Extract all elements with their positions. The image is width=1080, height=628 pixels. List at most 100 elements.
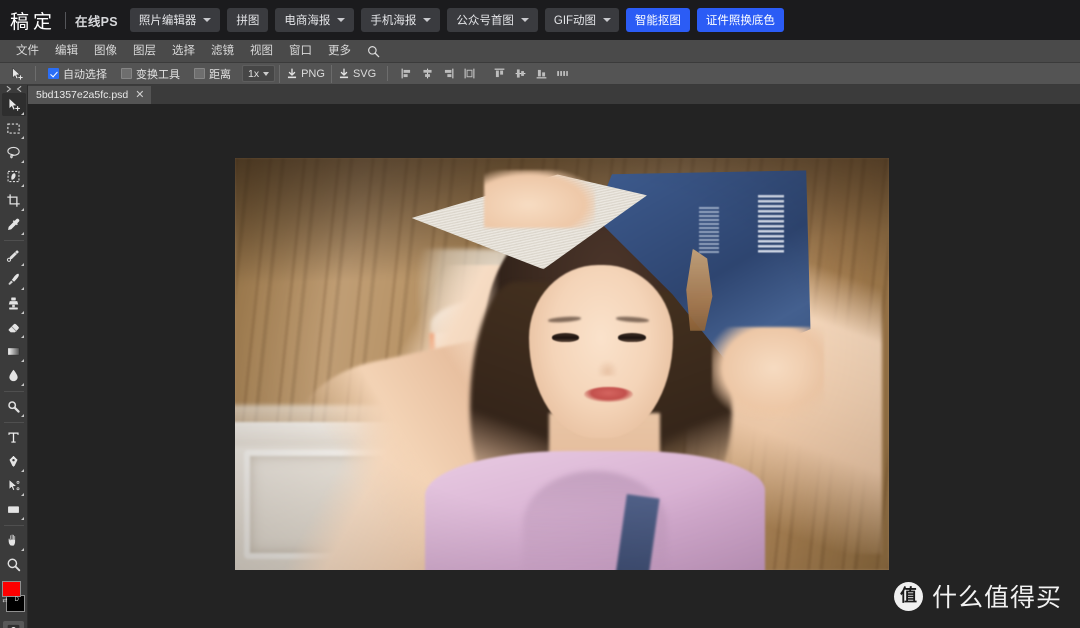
top-button-8[interactable]: 证件照换底色 [696, 8, 784, 32]
shape-tool[interactable] [2, 498, 26, 521]
zoom-tool-icon [7, 558, 21, 572]
options-bar: 自动选择 变换工具 距离 1x PNG SVG [0, 63, 1080, 85]
menu-item-2[interactable]: 编辑 [47, 40, 86, 63]
zoom-level-select[interactable]: 1x [242, 65, 276, 82]
object-select-tool-icon [7, 170, 20, 183]
close-icon[interactable]: ✕ [135, 89, 144, 101]
checkbox-box[interactable] [194, 68, 205, 79]
download-icon [288, 67, 297, 78]
watermark-logo-icon: 值 [893, 581, 923, 611]
menu-item-5[interactable]: 选择 [164, 40, 203, 63]
brush-tool[interactable] [2, 268, 26, 291]
tool-flyout-indicator-icon [21, 334, 24, 338]
path-select-tool[interactable] [2, 474, 26, 497]
text-tool-icon [8, 432, 19, 443]
blur-tool[interactable] [2, 364, 26, 387]
chevron-down-icon [423, 18, 432, 22]
top-button-6[interactable]: GIF动图 [544, 8, 619, 32]
text-tool[interactable] [2, 426, 26, 449]
brush-tool-icon [8, 273, 19, 285]
watermark-text: 什么值得买 [931, 583, 1062, 612]
chevron-down-icon [263, 71, 270, 76]
top-button-7[interactable]: 智能抠图 [625, 8, 690, 32]
option-checkbox-1[interactable]: 自动选择 [41, 66, 114, 82]
top-button-group: 照片编辑器 拼图 电商海报 手机海报 公众号首图 GIF动图 智能抠图 证件照换底色 [129, 8, 784, 32]
align-right-icon[interactable] [439, 65, 457, 83]
crop-tool-icon [7, 194, 20, 207]
search-icon[interactable] [359, 45, 388, 58]
hand-tool[interactable] [2, 529, 26, 552]
swap-colors-icon[interactable]: ⇄ [3, 597, 8, 604]
photo-vignette [235, 158, 889, 570]
tool-flyout-indicator-icon [21, 413, 24, 417]
canvas-area[interactable]: 值 什么值得买 [28, 104, 1080, 628]
download-png-button[interactable]: PNG [279, 64, 331, 83]
brand-divider [65, 11, 67, 29]
options-separator-2 [387, 66, 389, 81]
gradient-tool-icon [7, 347, 20, 356]
distribute-vertical-icon[interactable] [553, 65, 571, 83]
menu-item-7[interactable]: 视图 [242, 40, 281, 63]
top-button-label: 电商海报 [284, 15, 331, 27]
top-button-2[interactable]: 拼图 [227, 8, 269, 32]
menu-item-1[interactable]: 文件 [8, 40, 47, 63]
move-tool[interactable] [1, 93, 26, 116]
tool-flyout-indicator-icon [21, 468, 24, 472]
gradient-tool[interactable] [2, 340, 26, 363]
eraser-tool[interactable] [2, 316, 26, 339]
tool-flyout-indicator-icon [21, 111, 24, 115]
align-left-icon[interactable] [397, 65, 415, 83]
top-button-4[interactable]: 手机海报 [361, 8, 441, 32]
option-checkbox-3[interactable]: 距离 [187, 66, 238, 82]
tool-flyout-indicator-icon [21, 262, 24, 266]
align-center-horizontal-icon[interactable] [418, 65, 436, 83]
pen-tool[interactable] [2, 450, 26, 473]
pen-tool-icon [8, 455, 19, 468]
clone-stamp-tool[interactable] [2, 292, 26, 315]
top-button-label: GIF动图 [553, 15, 597, 27]
healing-brush-tool[interactable] [2, 244, 26, 267]
tool-flyout-indicator-icon [21, 286, 24, 290]
marquee-tool[interactable] [2, 117, 26, 140]
top-button-5[interactable]: 公众号首图 [447, 8, 538, 32]
zoom-tool[interactable] [2, 553, 26, 576]
align-middle-vertical-icon[interactable] [511, 65, 529, 83]
distribute-horizontal-icon[interactable] [460, 65, 478, 83]
document-tab[interactable]: 5bd1357e2a5fc.psd ✕ [28, 86, 152, 104]
checkbox-box[interactable] [48, 68, 59, 79]
dodge-tool[interactable] [2, 395, 26, 418]
tool-separator [3, 391, 24, 392]
menu-item-9[interactable]: 更多 [320, 40, 359, 63]
menu-bar: 文件 编辑 图像 图层 选择 滤镜 视图 窗口 更多 [0, 40, 1080, 63]
menu-item-6[interactable]: 滤镜 [203, 40, 242, 63]
option-checkbox-2[interactable]: 变换工具 [114, 66, 187, 82]
align-bottom-icon[interactable] [532, 65, 550, 83]
default-colors-icon[interactable]: D [15, 597, 19, 603]
lasso-tool[interactable] [2, 141, 26, 164]
tool-flyout-indicator-icon [21, 516, 24, 520]
eraser-tool-icon [8, 323, 20, 333]
move-tool-icon[interactable] [4, 64, 30, 84]
tool-flyout-indicator-icon [21, 310, 24, 314]
top-button-label: 照片编辑器 [138, 15, 197, 27]
lasso-tool-icon [7, 146, 20, 159]
checkbox-box[interactable] [121, 68, 132, 79]
artboard-image[interactable] [235, 158, 889, 570]
color-swatches[interactable]: ⇄ D [1, 581, 26, 614]
crop-tool[interactable] [2, 189, 26, 212]
menu-item-3[interactable]: 图像 [86, 40, 125, 63]
align-top-icon[interactable] [490, 65, 508, 83]
tool-flyout-indicator-icon [21, 207, 24, 211]
top-button-3[interactable]: 电商海报 [275, 8, 355, 32]
top-button-label: 公众号首图 [456, 15, 514, 27]
top-button-1[interactable]: 照片编辑器 [129, 8, 221, 32]
quick-mask-icon[interactable] [3, 621, 24, 628]
top-brand-bar: 稿定 在线PS 照片编辑器 拼图 电商海报 手机海报 公众号首图 GIF动图 智能抠图 证件照… [0, 0, 1080, 40]
object-select-tool[interactable] [2, 165, 26, 188]
menu-item-8[interactable]: 窗口 [281, 40, 320, 63]
foreground-color-swatch[interactable] [1, 581, 21, 597]
menu-item-4[interactable]: 图层 [125, 40, 164, 63]
eyedropper-tool[interactable] [2, 213, 26, 236]
download-svg-button[interactable]: SVG [330, 64, 382, 83]
collapse-panel-icon[interactable] [0, 85, 28, 93]
